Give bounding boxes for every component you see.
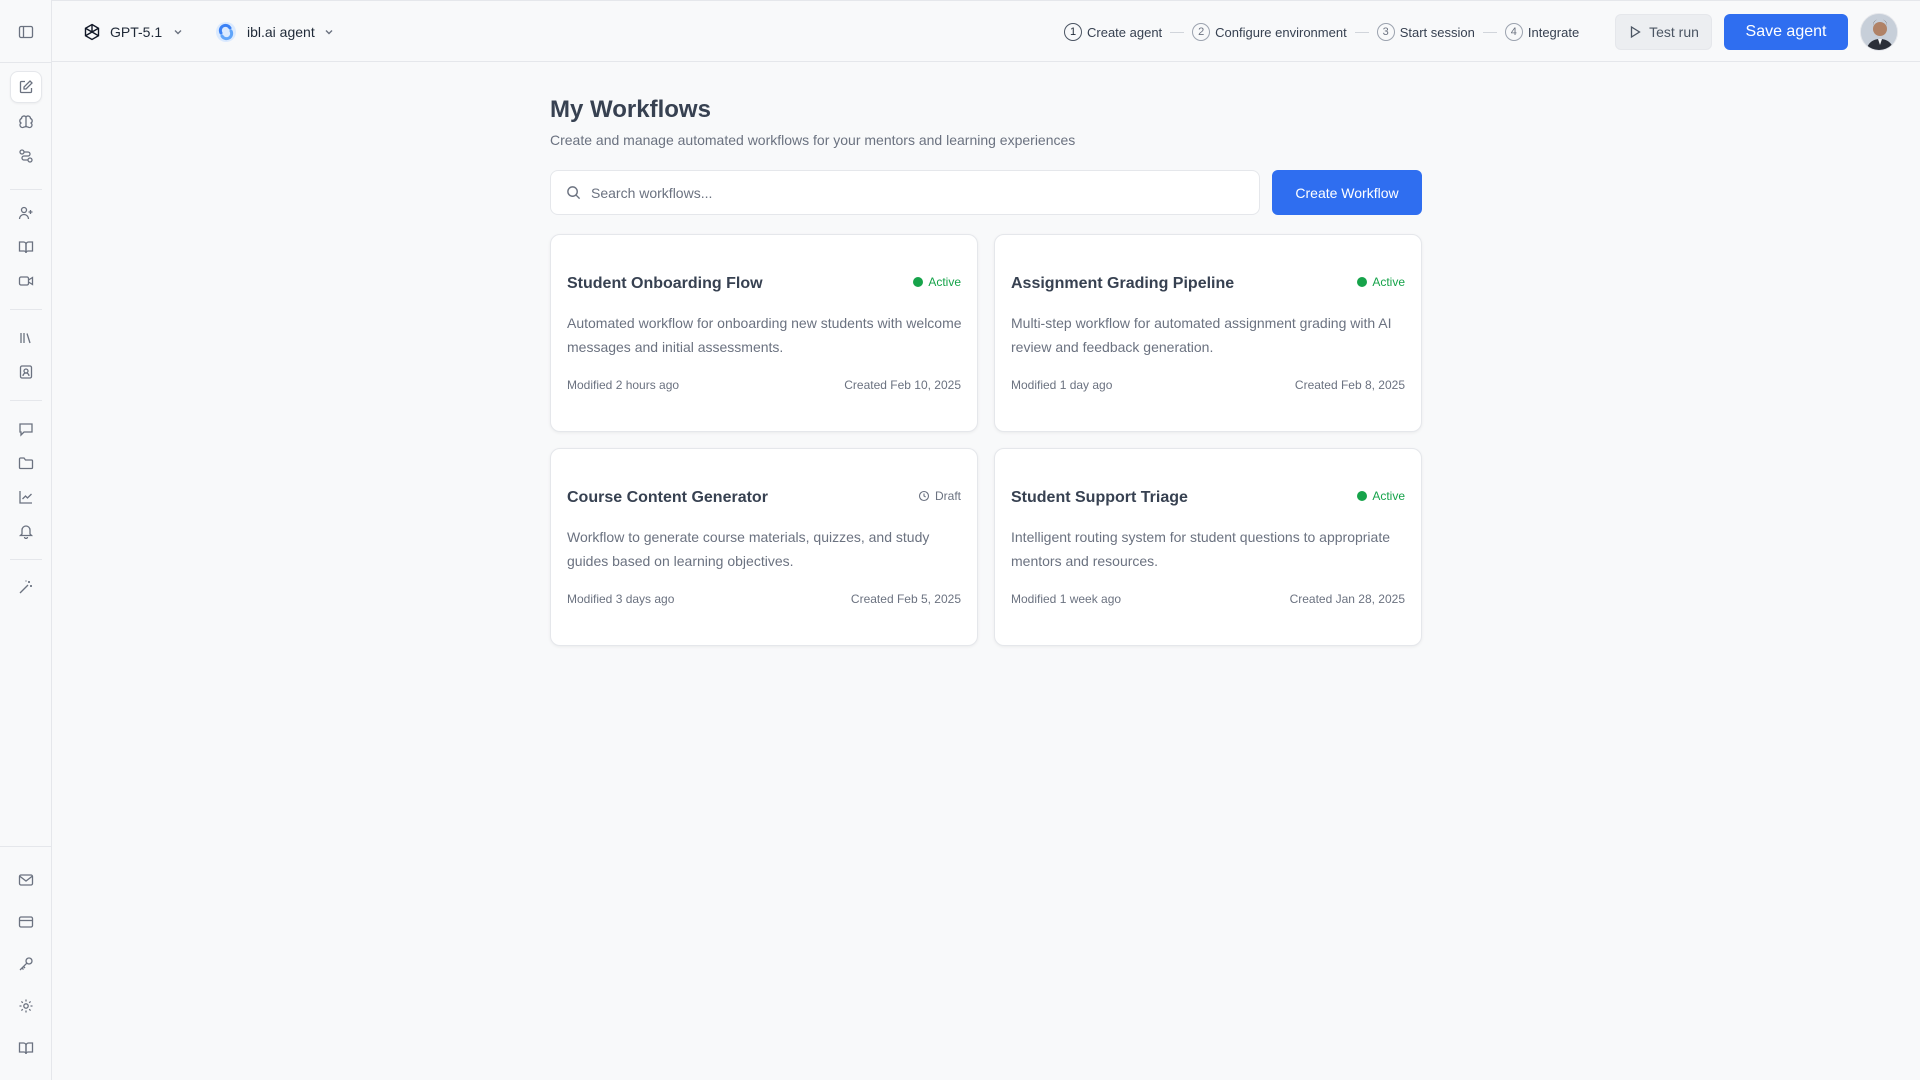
sidebar (0, 0, 52, 1080)
credit-card-icon[interactable] (10, 906, 42, 938)
search-icon (567, 186, 581, 200)
openai-logo-icon (84, 23, 100, 41)
workflow-title: Assignment Grading Pipeline (1011, 275, 1235, 292)
status-badge: Draft (918, 489, 961, 503)
chat-icon[interactable] (10, 413, 42, 445)
model-label: GPT-5.1 (110, 24, 163, 40)
workflow-modified: Modified 3 days ago (567, 592, 675, 606)
docs-icon[interactable] (10, 1032, 42, 1064)
chevron-down-icon (325, 30, 333, 35)
step-number: 3 (1376, 23, 1395, 41)
test-run-button[interactable]: Test run (1615, 14, 1712, 50)
video-icon[interactable] (10, 265, 42, 297)
step-start-session[interactable]: 3 Start session (1376, 23, 1475, 41)
workflow-icon[interactable] (10, 140, 42, 172)
edit-icon[interactable] (10, 71, 42, 103)
clock-icon (918, 490, 930, 502)
workflow-description: Automated workflow for onboarding new st… (567, 315, 962, 355)
search-box (550, 170, 1260, 215)
workflow-created: Created Feb 8, 2025 (1294, 378, 1405, 392)
bell-icon[interactable] (10, 515, 42, 547)
search-input[interactable] (591, 184, 1231, 201)
step-label: Create agent (1087, 24, 1163, 40)
workflow-title: Student Onboarding Flow (567, 275, 763, 292)
model-selector[interactable]: GPT-5.1 (82, 1, 184, 63)
test-run-label: Test run (1649, 24, 1699, 40)
workflow-description: Workflow to generate course materials, q… (567, 529, 930, 569)
contact-icon[interactable] (10, 356, 42, 388)
agent-label: ibl.ai agent (247, 24, 315, 40)
status-label: Draft (934, 489, 961, 503)
step-number: 2 (1192, 23, 1211, 41)
step-connector (1482, 31, 1497, 33)
analytics-icon[interactable] (10, 481, 42, 513)
step-number: 4 (1504, 23, 1523, 41)
avatar[interactable] (1860, 13, 1898, 51)
status-label: Active (928, 275, 961, 289)
step-configure-environment[interactable]: 2 Configure environment (1192, 23, 1347, 41)
agent-logo-icon (216, 22, 236, 42)
create-workflow-button[interactable]: Create Workflow (1272, 170, 1422, 215)
brain-icon[interactable] (10, 106, 42, 138)
progress-stepper: 1 Create agent 2 Configure environment 3… (1064, 1, 1579, 63)
play-icon (1630, 25, 1641, 39)
status-label: Active (1372, 489, 1405, 503)
mail-icon[interactable] (10, 864, 42, 896)
magic-wand-icon[interactable] (10, 571, 42, 603)
step-number: 1 (1064, 23, 1082, 41)
status-badge: Active (1357, 275, 1405, 289)
workflow-created: Created Feb 10, 2025 (844, 378, 961, 392)
step-label: Start session (1399, 24, 1475, 40)
step-connector (1354, 31, 1369, 33)
page-title: My Workflows (550, 96, 711, 123)
workflow-description: Multi-step workflow for automated assign… (1011, 315, 1392, 355)
top-header: GPT-5.1 ibl.ai agent 1 Create agent 2 Co… (52, 0, 1920, 62)
toggle-sidebar-icon[interactable] (10, 16, 42, 48)
workflow-card[interactable]: Student Support Triage Active Intelligen… (994, 448, 1422, 646)
workflow-description: Intelligent routing system for student q… (1011, 529, 1390, 569)
step-create-agent[interactable]: 1 Create agent (1064, 23, 1162, 41)
status-label: Active (1372, 275, 1405, 289)
agent-selector[interactable]: ibl.ai agent (215, 1, 335, 63)
status-dot-icon (1357, 277, 1368, 287)
status-dot-icon (913, 277, 924, 287)
workflow-modified: Modified 1 week ago (1011, 592, 1122, 606)
workflow-card[interactable]: Assignment Grading Pipeline Active Multi… (994, 234, 1422, 432)
step-label: Integrate (1527, 24, 1580, 40)
status-badge: Active (913, 275, 961, 289)
workflow-modified: Modified 2 hours ago (567, 378, 680, 392)
step-connector (1170, 31, 1185, 33)
workflow-modified: Modified 1 day ago (1011, 378, 1113, 392)
workflow-card[interactable]: Student Onboarding Flow Active Automated… (550, 234, 978, 432)
step-label: Configure environment (1215, 24, 1347, 40)
workflow-created: Created Jan 28, 2025 (1289, 592, 1405, 606)
status-badge: Active (1357, 489, 1405, 503)
workflow-created: Created Feb 5, 2025 (850, 592, 961, 606)
workflow-card[interactable]: Course Content Generator Draft Workflow … (550, 448, 978, 646)
status-dot-icon (1357, 491, 1368, 501)
settings-icon[interactable] (10, 990, 42, 1022)
folder-icon[interactable] (10, 447, 42, 479)
key-icon[interactable] (10, 948, 42, 980)
page-subtitle: Create and manage automated workflows fo… (550, 132, 1076, 148)
library-icon[interactable] (10, 322, 42, 354)
step-integrate[interactable]: 4 Integrate (1504, 23, 1580, 41)
save-agent-button[interactable]: Save agent (1724, 14, 1848, 50)
user-plus-icon[interactable] (10, 197, 42, 229)
workflow-title: Course Content Generator (567, 489, 768, 506)
book-icon[interactable] (10, 231, 42, 263)
workflow-title: Student Support Triage (1011, 489, 1188, 506)
chevron-down-icon (174, 30, 182, 35)
